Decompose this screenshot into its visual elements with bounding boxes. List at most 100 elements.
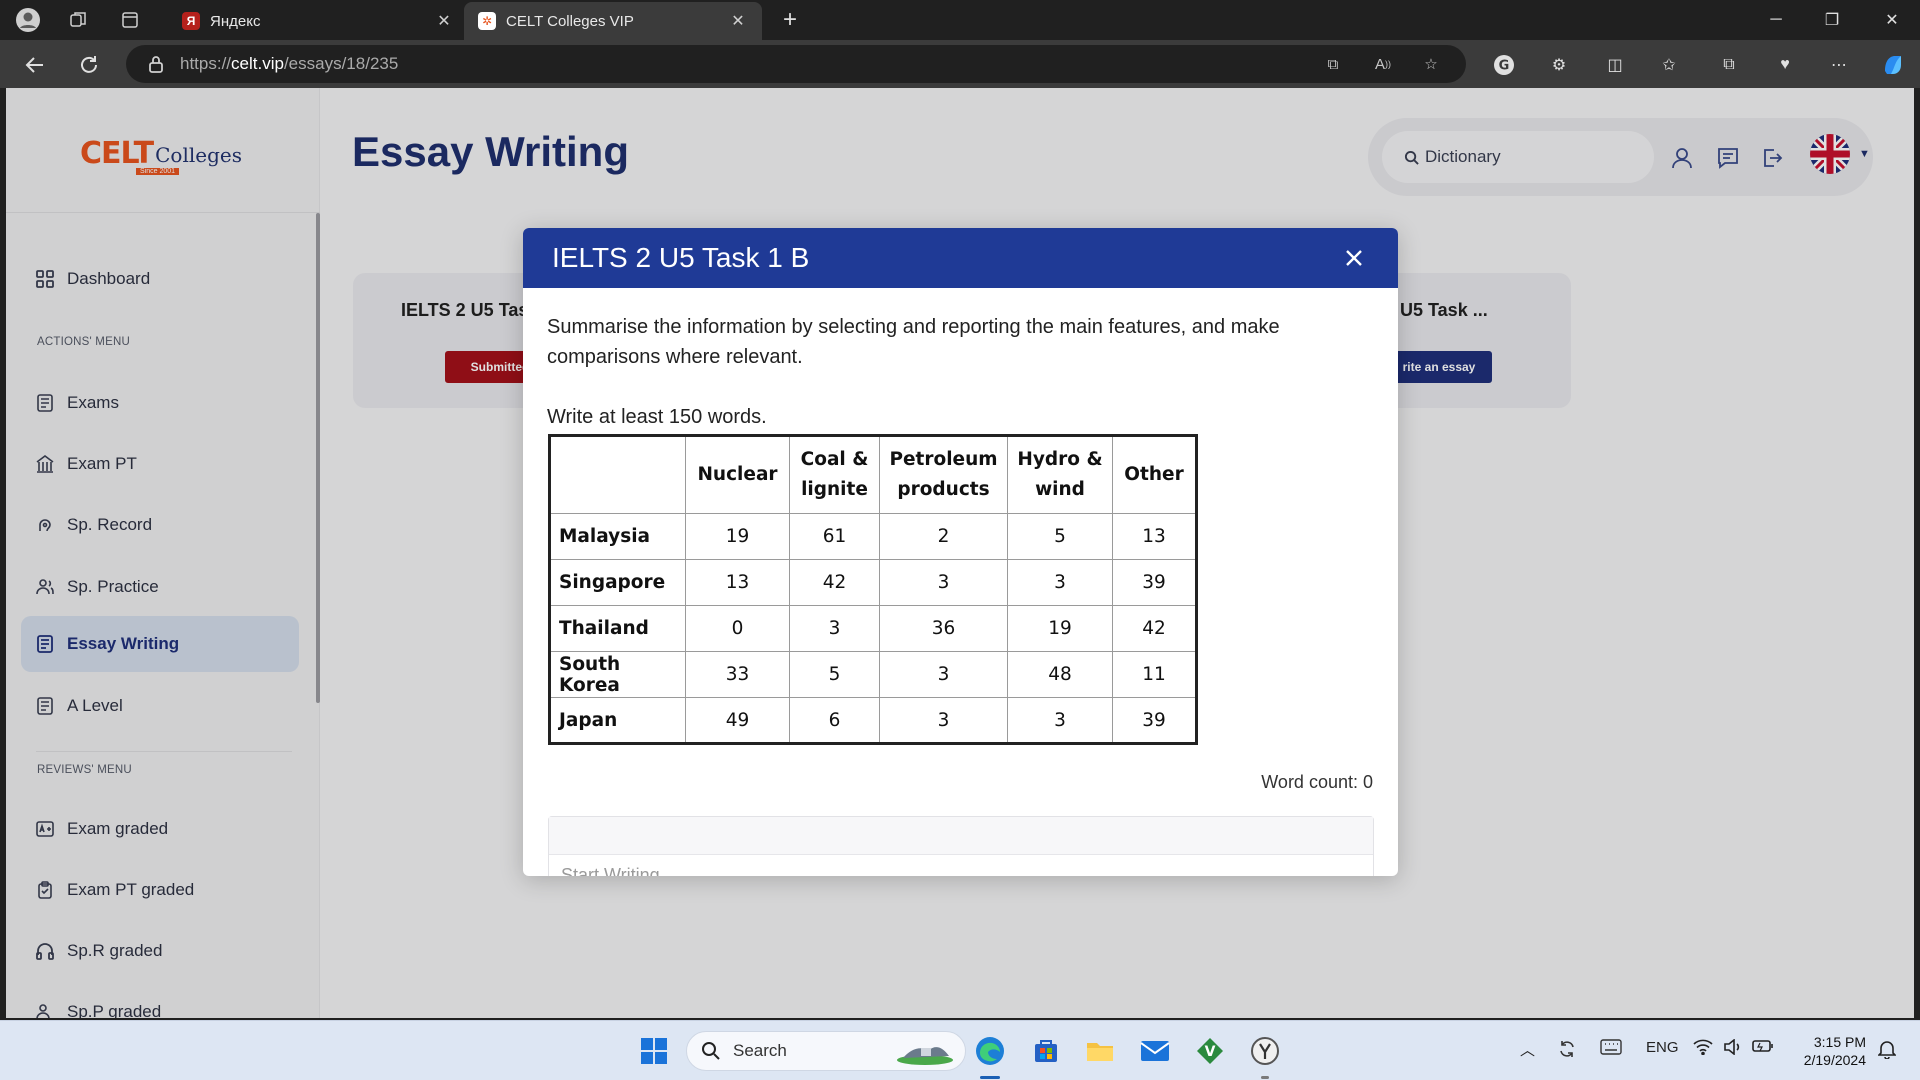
profile-icon[interactable] — [14, 6, 42, 34]
close-icon[interactable] — [1340, 244, 1368, 272]
table-row: Thailand 0 3 36 19 42 — [549, 605, 1197, 652]
refresh-button[interactable] — [74, 50, 104, 80]
celt-icon: ✲ — [478, 12, 496, 30]
close-tab-icon[interactable]: ✕ — [434, 11, 454, 31]
back-button[interactable] — [20, 50, 50, 80]
edge-browser-icon[interactable] — [974, 1035, 1006, 1067]
wifi-icon[interactable] — [1693, 1039, 1713, 1055]
table-cell: 13 — [1112, 513, 1197, 560]
tab-actions-icon[interactable] — [116, 6, 144, 34]
mail-icon[interactable] — [1139, 1035, 1171, 1067]
windows-start-icon[interactable] — [638, 1035, 670, 1067]
table-header-row: Nuclear Coal & lignite Petroleum product… — [549, 435, 1197, 514]
table-cell: 33 — [685, 651, 790, 698]
address-bar[interactable]: https://celt.vip/essays/18/235 ⧉ A)) ☆ — [126, 45, 1466, 83]
close-tab-icon[interactable]: ✕ — [728, 11, 748, 31]
favorites-icon[interactable]: ✩ — [1656, 52, 1682, 78]
table-cell: 5 — [789, 651, 880, 698]
url-text[interactable]: https://celt.vip/essays/18/235 — [180, 54, 398, 74]
grammarly-icon[interactable]: G — [1491, 52, 1517, 78]
extensions-icon[interactable]: ⚙ — [1546, 52, 1572, 78]
task-description: Summarise the information by selecting a… — [547, 316, 1280, 368]
table-cell: 36 — [879, 605, 1008, 652]
table-cell: 2 — [879, 513, 1008, 560]
table-cell: Singapore — [549, 559, 686, 606]
volume-icon[interactable] — [1723, 1039, 1743, 1055]
table-header: Coal & lignite — [789, 435, 880, 514]
microsoft-store-icon[interactable] — [1030, 1035, 1062, 1067]
table-cell: 6 — [789, 697, 880, 744]
lock-icon[interactable] — [148, 55, 164, 73]
new-tab-button[interactable]: + — [776, 6, 804, 34]
table-cell: 3 — [1007, 697, 1113, 744]
clock-time: 3:15 PM — [1813, 1034, 1866, 1050]
svg-text:G: G — [1499, 59, 1510, 74]
energy-sources-table: Nuclear Coal & lignite Petroleum product… — [548, 434, 1198, 745]
table-header: Other — [1112, 435, 1197, 514]
table-cell: 3 — [879, 697, 1008, 744]
table-cell: 61 — [789, 513, 880, 560]
editor-toolbar — [549, 817, 1373, 855]
essay-editor[interactable]: Start Writing — [548, 816, 1374, 876]
browser-toolbar: https://celt.vip/essays/18/235 ⧉ A)) ☆ G… — [0, 40, 1920, 88]
table-cell: 19 — [1007, 605, 1113, 652]
table-cell: 3 — [879, 559, 1008, 606]
word-count: Word count: 0 — [1261, 772, 1373, 792]
table-cell: 48 — [1007, 651, 1113, 698]
editor-placeholder[interactable]: Start Writing — [561, 865, 660, 876]
browser-tab-bar: Я Яндекс ✕ ✲ CELT Colleges VIP ✕ + ─ ❐ ✕ — [0, 0, 1920, 40]
taskbar-clock[interactable]: 3:15 PM 2/19/2024 — [1796, 1033, 1866, 1069]
open-in-app-icon[interactable]: ⧉ — [1322, 53, 1344, 75]
yandex-browser-icon[interactable] — [1249, 1035, 1281, 1067]
table-cell: 49 — [685, 697, 790, 744]
modal-title: IELTS 2 U5 Task 1 B — [552, 242, 810, 273]
table-cell: 42 — [1112, 605, 1197, 652]
table-cell: 3 — [789, 605, 880, 652]
keyboard-icon[interactable] — [1600, 1039, 1622, 1055]
restore-button[interactable]: ❐ — [1804, 0, 1860, 40]
table-cell: 3 — [879, 651, 1008, 698]
table-cell: Thailand — [549, 605, 686, 652]
favorite-star-icon[interactable]: ☆ — [1420, 53, 1442, 75]
active-app-indicator — [980, 1076, 1000, 1079]
notifications-bell-icon[interactable] — [1878, 1039, 1896, 1059]
word-requirement: Write at least 150 words. — [547, 406, 767, 428]
copilot-icon[interactable] — [1880, 52, 1906, 78]
svg-text:V: V — [1205, 1044, 1216, 1060]
battery-icon[interactable] — [1752, 1039, 1774, 1053]
windows-taskbar: Search V ︿ ENG 3:15 PM 2/19/2024 — [0, 1020, 1920, 1080]
table-header: Petroleum products — [879, 435, 1008, 514]
table-cell: 39 — [1112, 697, 1197, 744]
close-window-button[interactable]: ✕ — [1864, 0, 1920, 40]
yandex-icon: Я — [182, 12, 200, 30]
vim-icon[interactable]: V — [1194, 1035, 1226, 1067]
table-header: Nuclear — [685, 435, 790, 514]
split-screen-icon[interactable]: ◫ — [1602, 52, 1628, 78]
taskbar-search-input[interactable]: Search — [686, 1031, 966, 1071]
table-cell: 3 — [1007, 559, 1113, 606]
table-cell: 11 — [1112, 651, 1197, 698]
table-cell: 39 — [1112, 559, 1197, 606]
clock-date: 2/19/2024 — [1803, 1052, 1866, 1068]
language-indicator[interactable]: ENG — [1646, 1039, 1679, 1056]
collections-icon[interactable]: ⧉ — [1716, 52, 1742, 78]
health-icon[interactable]: ♥ — [1772, 52, 1798, 78]
table-header: Hydro & wind — [1007, 435, 1113, 514]
more-menu-icon[interactable]: ⋯ — [1826, 52, 1852, 78]
modal-header: IELTS 2 U5 Task 1 B — [523, 228, 1398, 288]
workspaces-icon[interactable] — [64, 6, 92, 34]
essay-task-modal: IELTS 2 U5 Task 1 B Summarise the inform… — [523, 228, 1398, 876]
web-page: CELT Colleges Since 2001 Dashboard ACTIO… — [6, 88, 1914, 1018]
table-cell: South Korea — [549, 651, 686, 698]
table-row: Malaysia 19 61 2 5 13 — [549, 513, 1197, 560]
sync-icon[interactable] — [1557, 1039, 1577, 1059]
file-explorer-icon[interactable] — [1084, 1035, 1116, 1067]
tab-yandex[interactable]: Я Яндекс ✕ — [168, 2, 468, 40]
table-header — [549, 435, 686, 514]
show-hidden-icons-chevron-icon[interactable]: ︿ — [1520, 1039, 1535, 1060]
running-app-indicator — [1261, 1076, 1269, 1079]
tab-title: Яндекс — [210, 12, 261, 30]
minimize-button[interactable]: ─ — [1748, 0, 1804, 40]
tab-celt[interactable]: ✲ CELT Colleges VIP ✕ — [464, 2, 762, 40]
read-aloud-icon[interactable]: A)) — [1372, 53, 1394, 75]
